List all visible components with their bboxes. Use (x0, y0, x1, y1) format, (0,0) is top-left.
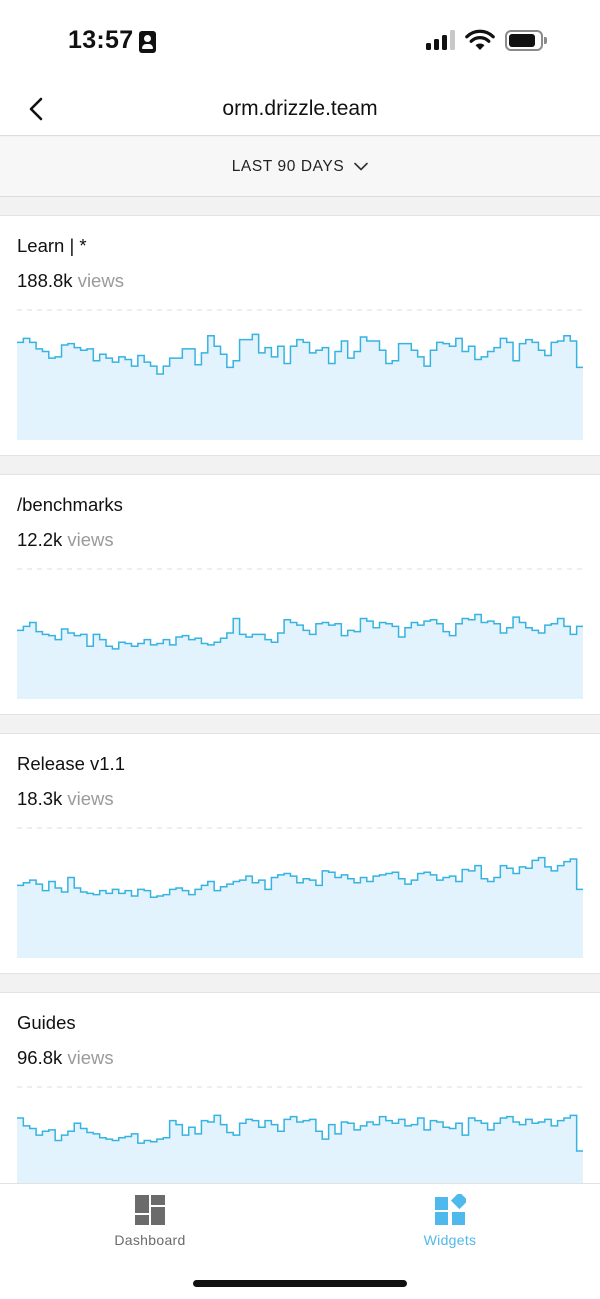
widget-card[interactable]: Release v1.1 18.3k views (0, 733, 600, 974)
page-title: orm.drizzle.team (222, 97, 378, 120)
widget-title: Release v1.1 (17, 753, 125, 774)
views-sparkline (17, 827, 583, 958)
date-range-label: LAST 90 DAYS (231, 157, 345, 175)
views-count: 188.8k (17, 270, 73, 291)
dashboard-grid-icon (135, 1195, 165, 1225)
contact-badge-icon (139, 31, 156, 53)
widget-title: Learn | * (17, 235, 87, 256)
widget-title: Guides (17, 1012, 76, 1033)
navigation-bar: orm.drizzle.team (0, 80, 600, 136)
cellular-signal-icon (426, 30, 458, 50)
views-suffix: views (67, 1047, 114, 1068)
widgets-list[interactable]: Learn | * 188.8k views /benchmarks 12.2k… (0, 197, 600, 1183)
status-bar: 13:57 (0, 0, 600, 80)
views-sparkline (17, 1086, 583, 1183)
home-indicator (193, 1280, 407, 1287)
sparkline-area (17, 334, 583, 440)
tab-dashboard-label: Dashboard (114, 1232, 186, 1248)
tab-dashboard[interactable]: Dashboard (70, 1194, 230, 1248)
tab-widgets-label: Widgets (423, 1232, 477, 1248)
widget-card[interactable]: Guides 96.8k views (0, 992, 600, 1183)
wifi-icon (465, 29, 495, 50)
widget-views: 188.8k views (17, 270, 124, 292)
sparkline-area (17, 1115, 583, 1183)
tab-widgets[interactable]: Widgets (370, 1194, 530, 1248)
chevron-down-icon (354, 162, 369, 171)
views-sparkline (17, 309, 583, 440)
views-count: 18.3k (17, 788, 63, 809)
views-suffix: views (67, 788, 114, 809)
views-count: 96.8k (17, 1047, 63, 1068)
widget-card[interactable]: Learn | * 188.8k views (0, 215, 600, 456)
views-suffix: views (77, 270, 124, 291)
views-sparkline (17, 568, 583, 699)
widget-card[interactable]: /benchmarks 12.2k views (0, 474, 600, 715)
widget-title: /benchmarks (17, 494, 123, 515)
date-range-selector[interactable]: LAST 90 DAYS (0, 137, 600, 197)
views-suffix: views (67, 529, 114, 550)
widgets-icon (435, 1194, 466, 1225)
widget-views: 96.8k views (17, 1047, 114, 1069)
status-time: 13:57 (68, 26, 134, 54)
widget-views: 18.3k views (17, 788, 114, 810)
battery-icon (505, 30, 547, 51)
sparkline-area (17, 857, 583, 958)
widget-views: 12.2k views (17, 529, 114, 551)
sparkline-area (17, 614, 583, 699)
views-count: 12.2k (17, 529, 63, 550)
